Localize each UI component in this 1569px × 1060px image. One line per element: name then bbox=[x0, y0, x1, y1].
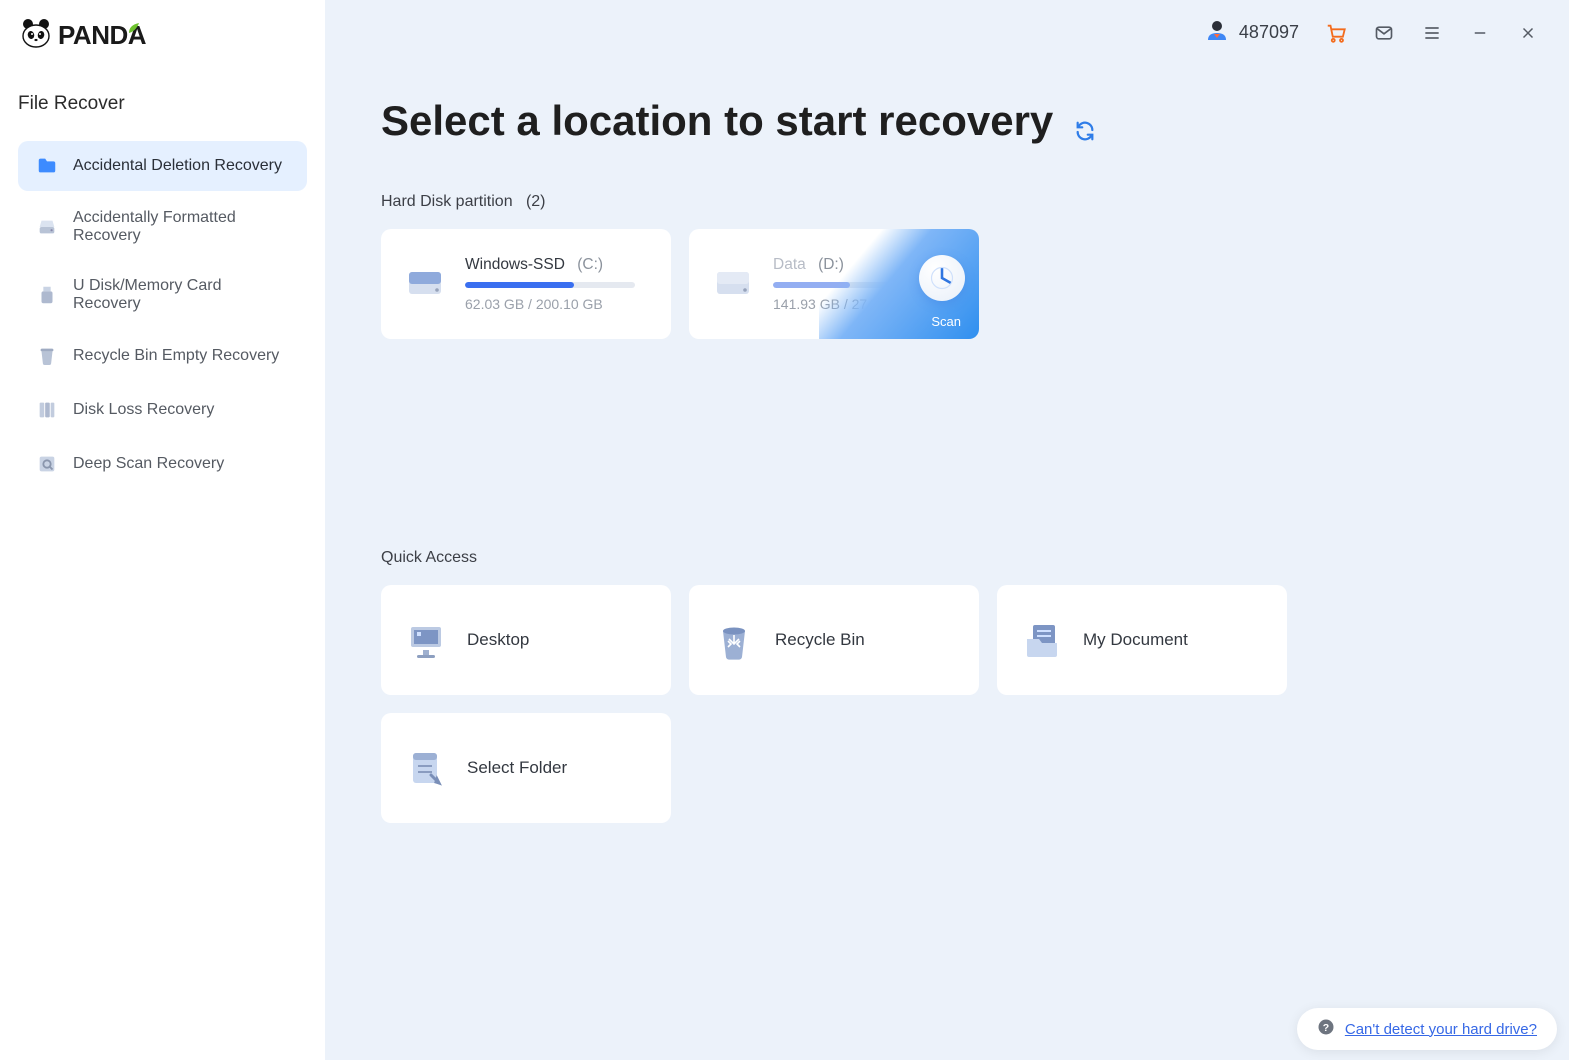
content: Select a location to start recovery Hard… bbox=[325, 47, 1569, 823]
hdd-icon bbox=[711, 262, 755, 306]
refresh-icon[interactable] bbox=[1074, 120, 1096, 142]
sidebar-item-label: Accidentally Formatted Recovery bbox=[73, 209, 289, 245]
recycle-bin-icon bbox=[711, 617, 757, 663]
sidebar-item-3[interactable]: Recycle Bin Empty Recovery bbox=[18, 331, 307, 381]
sidebar-item-label: Deep Scan Recovery bbox=[73, 455, 224, 473]
sidebar-item-1[interactable]: Accidentally Formatted Recovery bbox=[18, 195, 307, 259]
sidebar-item-label: Disk Loss Recovery bbox=[73, 401, 214, 419]
disk-name: Windows-SSD (C:) bbox=[465, 256, 649, 274]
partition-section-label: Hard Disk partition (2) bbox=[381, 193, 1513, 211]
sidebar-item-2[interactable]: U Disk/Memory Card Recovery bbox=[18, 263, 307, 327]
user-block[interactable]: 487097 bbox=[1205, 18, 1299, 47]
help-icon: ? bbox=[1317, 1018, 1335, 1040]
drive-icon bbox=[36, 216, 58, 238]
cart-icon[interactable] bbox=[1325, 22, 1347, 44]
svg-text:?: ? bbox=[1323, 1022, 1329, 1034]
document-folder-icon bbox=[1019, 617, 1065, 663]
disk-size: 62.03 GB / 200.10 GB bbox=[465, 296, 649, 312]
app-logo: PANDA bbox=[0, 18, 325, 93]
quick-access-label: Desktop bbox=[467, 630, 529, 650]
select-folder-icon bbox=[403, 745, 449, 791]
leaf-icon bbox=[127, 21, 141, 38]
quick-access-label: My Document bbox=[1083, 630, 1188, 650]
quick-access-label: Recycle Bin bbox=[775, 630, 865, 650]
quick-access-label: Select Folder bbox=[467, 758, 567, 778]
sidebar: PANDA File Recover Accidental Deletion R… bbox=[0, 0, 325, 1060]
page-title: Select a location to start recovery bbox=[381, 97, 1053, 145]
folder-icon bbox=[36, 155, 58, 177]
sidebar-item-4[interactable]: Disk Loss Recovery bbox=[18, 385, 307, 435]
desktop-icon bbox=[403, 617, 449, 663]
close-button[interactable] bbox=[1517, 22, 1539, 44]
quick-access-card-1[interactable]: Recycle Bin bbox=[689, 585, 979, 695]
user-id: 487097 bbox=[1239, 22, 1299, 43]
scan-icon bbox=[36, 453, 58, 475]
sidebar-nav: Accidental Deletion Recovery Accidentally… bbox=[0, 141, 325, 489]
topbar: 487097 bbox=[325, 0, 1569, 47]
help-link[interactable]: Can't detect your hard drive? bbox=[1345, 1021, 1537, 1038]
quick-access-label: Quick Access bbox=[381, 549, 1513, 567]
minimize-button[interactable] bbox=[1469, 22, 1491, 44]
avatar-icon bbox=[1205, 18, 1229, 47]
disk-usage-bar bbox=[465, 282, 635, 288]
disk-info: Windows-SSD (C:) 62.03 GB / 200.10 GB bbox=[465, 256, 649, 312]
quick-access-cards: Desktop Recycle Bin My Document Select Fold… bbox=[381, 585, 1513, 823]
usb-icon bbox=[36, 284, 58, 306]
menu-icon[interactable] bbox=[1421, 22, 1443, 44]
help-pill[interactable]: ? Can't detect your hard drive? bbox=[1297, 1008, 1557, 1050]
quick-access-card-3[interactable]: Select Folder bbox=[381, 713, 671, 823]
partition-card-0[interactable]: Windows-SSD (C:) 62.03 GB / 200.10 GB bbox=[381, 229, 671, 339]
trash-icon bbox=[36, 345, 58, 367]
partition-card-1[interactable]: Data (D:)141.93 GB / 274.62 GBScan bbox=[689, 229, 979, 339]
sidebar-item-label: U Disk/Memory Card Recovery bbox=[73, 277, 289, 313]
sidebar-section-title: File Recover bbox=[0, 93, 325, 137]
scan-label: Scan bbox=[931, 314, 961, 329]
scan-button[interactable] bbox=[919, 255, 965, 301]
quick-access-card-2[interactable]: My Document bbox=[997, 585, 1287, 695]
hdd-icon bbox=[403, 262, 447, 306]
partition-cards: Windows-SSD (C:) 62.03 GB / 200.10 GB Data… bbox=[381, 229, 1513, 339]
sidebar-item-label: Accidental Deletion Recovery bbox=[73, 157, 282, 175]
disk-stack-icon bbox=[36, 399, 58, 421]
mail-icon[interactable] bbox=[1373, 22, 1395, 44]
sidebar-item-5[interactable]: Deep Scan Recovery bbox=[18, 439, 307, 489]
sidebar-item-0[interactable]: Accidental Deletion Recovery bbox=[18, 141, 307, 191]
main-area: 487097 Select a location to start recove… bbox=[325, 0, 1569, 1060]
sidebar-item-label: Recycle Bin Empty Recovery bbox=[73, 347, 279, 365]
panda-face-icon bbox=[20, 18, 52, 53]
quick-access-card-0[interactable]: Desktop bbox=[381, 585, 671, 695]
